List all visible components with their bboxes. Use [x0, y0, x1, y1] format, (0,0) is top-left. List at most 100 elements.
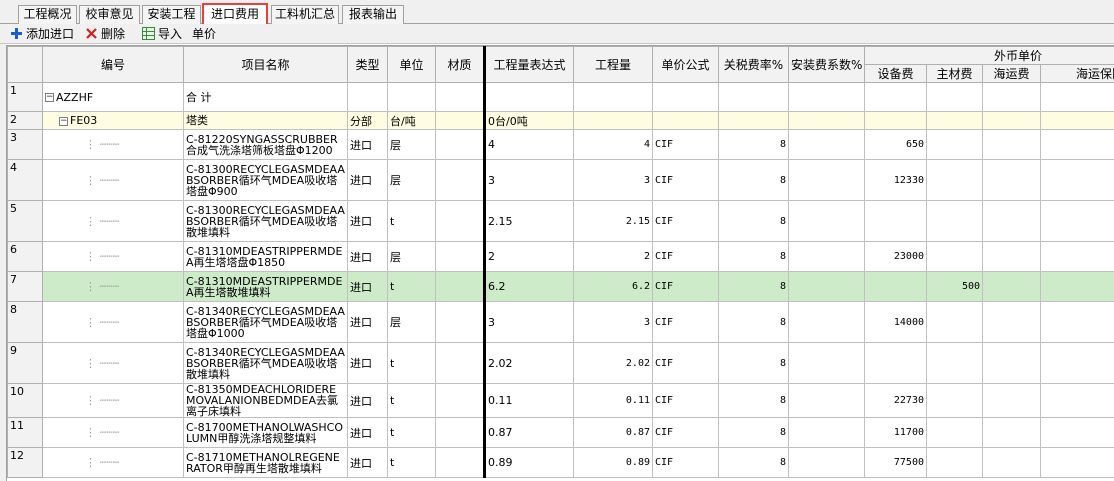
row-install-coef[interactable]	[788, 342, 865, 384]
unit-price-button[interactable]: 单价	[192, 25, 216, 43]
row-freight[interactable]	[982, 129, 1041, 160]
row-material[interactable]	[435, 241, 485, 272]
row-install-coef[interactable]	[788, 271, 865, 302]
row-type[interactable]: 进口	[347, 342, 388, 384]
row-insurance[interactable]	[1039, 111, 1114, 130]
row-freight[interactable]	[982, 159, 1041, 201]
col-header-material[interactable]: 材质	[435, 46, 485, 83]
row-freight[interactable]	[982, 200, 1041, 242]
row-price-formula[interactable]: CIF	[652, 200, 719, 242]
row-install-coef[interactable]	[788, 447, 865, 478]
row-insurance[interactable]	[1039, 271, 1114, 302]
row-qty[interactable]: 4	[573, 129, 653, 160]
row-qty[interactable]: 0.11	[573, 383, 653, 418]
row-unit[interactable]: t	[387, 447, 436, 478]
row-equip[interactable]	[864, 271, 927, 302]
row-price-formula[interactable]: CIF	[652, 159, 719, 201]
row-equip[interactable]: 11700	[864, 417, 927, 448]
row-qty-expr[interactable]: 2	[483, 241, 574, 272]
row-material[interactable]	[435, 417, 485, 448]
row-material[interactable]	[435, 82, 485, 112]
col-header-insurance[interactable]: 海运保险费	[1039, 64, 1114, 83]
row-insurance[interactable]	[1039, 241, 1114, 272]
row-insurance[interactable]	[1039, 417, 1114, 448]
row-type[interactable]: 进口	[347, 383, 388, 418]
table-row[interactable]: 4 ⋮ ┄┄┄ C-81300RECYCLEGASMDEAABSORBER循环气MD…	[7, 159, 1114, 201]
row-equip[interactable]: 12330	[864, 159, 927, 201]
row-equip[interactable]: 650	[864, 129, 927, 160]
row-unit[interactable]: 层	[387, 159, 436, 201]
row-equip[interactable]: 23000	[864, 241, 927, 272]
row-name[interactable]: C-81310MDEASTRIPPERMDEA再生塔散堆填料	[183, 271, 348, 302]
row-main-mat[interactable]	[926, 301, 983, 343]
table-row[interactable]: 7 ⋮ ┄┄┄ C-81310MDEASTRIPPERMDEA再生塔散堆填料 进口 t 6…	[7, 271, 1114, 302]
row-material[interactable]	[435, 200, 485, 242]
row-price-formula[interactable]: CIF	[652, 417, 719, 448]
row-type[interactable]: 进口	[347, 241, 388, 272]
row-main-mat[interactable]	[926, 417, 983, 448]
row-install-coef[interactable]	[788, 301, 865, 343]
row-unit[interactable]: t	[387, 342, 436, 384]
delete-button[interactable]: 删除	[85, 25, 125, 43]
row-material[interactable]	[435, 383, 485, 418]
row-main-mat[interactable]	[926, 129, 983, 160]
row-main-mat[interactable]	[926, 200, 983, 242]
row-main-mat[interactable]	[926, 159, 983, 201]
row-main-mat[interactable]	[926, 111, 983, 130]
row-price-formula[interactable]: CIF	[652, 342, 719, 384]
row-main-mat[interactable]	[926, 447, 983, 478]
row-qty-expr[interactable]: 0.11	[483, 383, 574, 418]
row-insurance[interactable]	[1039, 82, 1114, 112]
row-main-mat[interactable]	[926, 241, 983, 272]
row-main-mat[interactable]	[926, 383, 983, 418]
row-code-cell[interactable]: ⋮ ┄┄┄	[42, 447, 184, 478]
row-install-coef[interactable]	[788, 383, 865, 418]
row-qty-expr[interactable]: 3	[483, 301, 574, 343]
row-tariff[interactable]: 8	[718, 271, 789, 302]
row-qty[interactable]: 2	[573, 241, 653, 272]
row-qty-expr[interactable]: 0台/0吨	[483, 111, 574, 130]
row-code-cell[interactable]: ⋮ ┄┄┄	[42, 241, 184, 272]
table-row[interactable]: 8 ⋮ ┄┄┄ C-81340RECYCLEGASMDEAABSORBER循环气MD…	[7, 301, 1114, 343]
row-price-formula[interactable]: CIF	[652, 241, 719, 272]
row-price-formula[interactable]	[652, 82, 719, 112]
col-header-unit[interactable]: 单位	[387, 46, 436, 83]
row-tariff[interactable]	[718, 82, 789, 112]
row-main-mat[interactable]	[926, 342, 983, 384]
row-install-coef[interactable]	[788, 200, 865, 242]
row-qty[interactable]: 3	[573, 159, 653, 201]
row-code-cell[interactable]: ⋮ ┄┄┄	[42, 383, 184, 418]
tab-import-fees[interactable]: 进口费用	[202, 3, 268, 25]
row-qty-expr[interactable]: 4	[483, 129, 574, 160]
row-unit[interactable]: t	[387, 271, 436, 302]
row-name[interactable]: C-81300RECYCLEGASMDEAABSORBER循环气MDEA吸收塔塔…	[183, 159, 348, 201]
row-tariff[interactable]: 8	[718, 200, 789, 242]
row-unit[interactable]: 层	[387, 301, 436, 343]
row-material[interactable]	[435, 301, 485, 343]
table-row[interactable]: 2− FE03 塔类 分部 台/吨 0台/0吨	[7, 111, 1114, 130]
collapse-icon[interactable]: −	[59, 116, 68, 126]
row-tariff[interactable]: 8	[718, 159, 789, 201]
row-type[interactable]: 进口	[347, 129, 388, 160]
table-row[interactable]: 6 ⋮ ┄┄┄ C-81310MDEASTRIPPERMDEA再生塔塔盘Φ1850 进…	[7, 241, 1114, 272]
row-unit[interactable]: 层	[387, 129, 436, 160]
col-header-code[interactable]: 编号	[42, 46, 184, 83]
row-qty-expr[interactable]: 2.02	[483, 342, 574, 384]
row-unit[interactable]: t	[387, 200, 436, 242]
row-price-formula[interactable]	[652, 111, 719, 130]
row-insurance[interactable]	[1039, 383, 1114, 418]
row-material[interactable]	[435, 159, 485, 201]
row-insurance[interactable]	[1039, 159, 1114, 201]
tab-report-output[interactable]: 报表输出	[342, 5, 404, 24]
row-tariff[interactable]: 8	[718, 129, 789, 160]
row-name[interactable]: C-81340RECYCLEGASMDEAABSORBER循环气MDEA吸收塔散…	[183, 342, 348, 384]
col-header-qty[interactable]: 工程量	[573, 46, 653, 83]
table-row[interactable]: 1− AZZHF 合 计	[7, 82, 1114, 112]
row-qty-expr[interactable]	[483, 82, 574, 112]
row-type[interactable]: 进口	[347, 447, 388, 478]
row-type[interactable]	[347, 82, 388, 112]
row-freight[interactable]	[982, 383, 1041, 418]
row-insurance[interactable]	[1039, 301, 1114, 343]
row-unit[interactable]: t	[387, 383, 436, 418]
row-code-cell[interactable]: − AZZHF	[42, 82, 184, 112]
